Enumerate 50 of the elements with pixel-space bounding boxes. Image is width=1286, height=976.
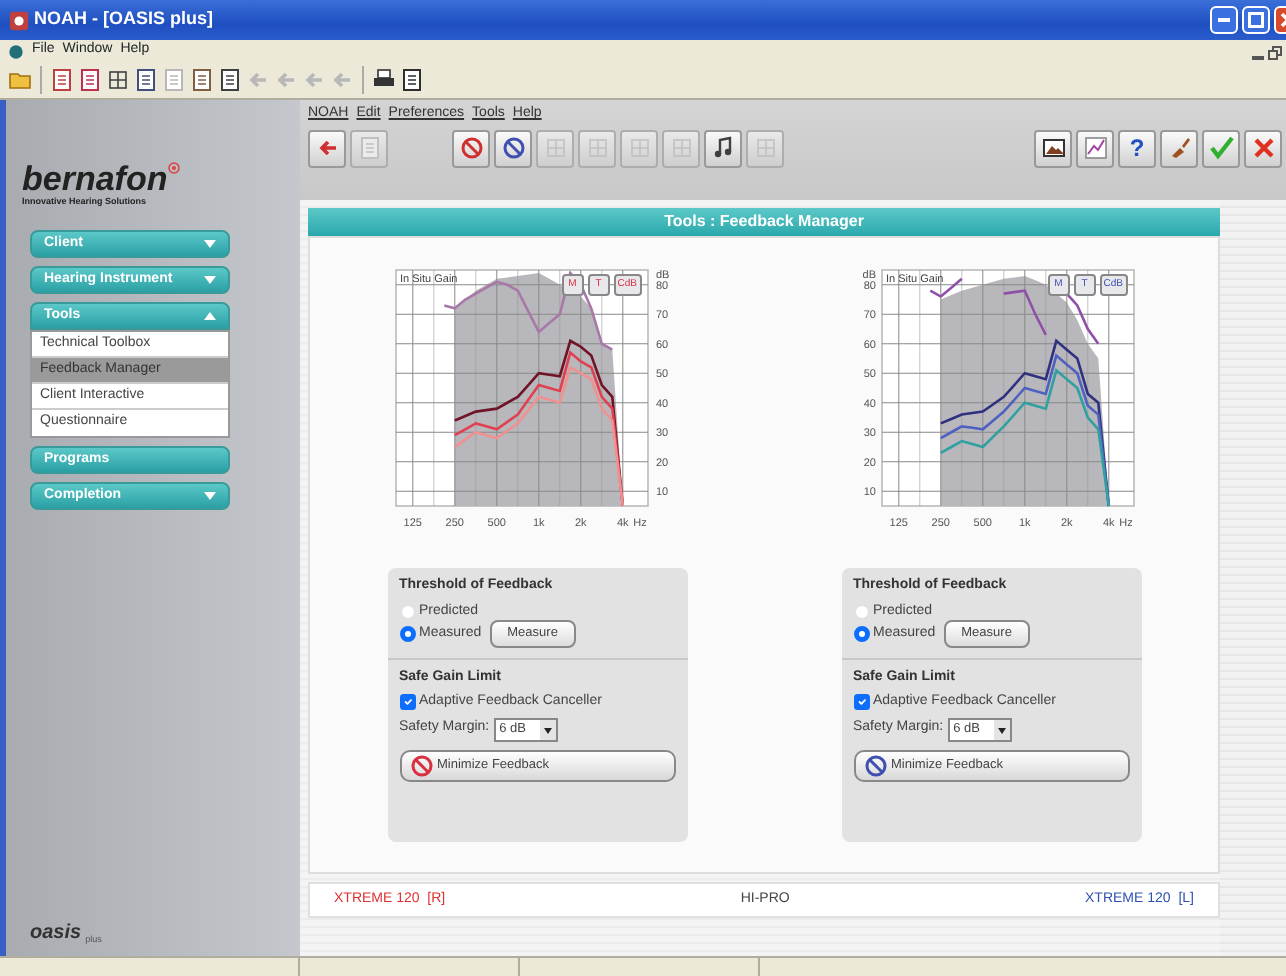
document-icon[interactable] [218, 68, 242, 92]
chart-icon [1083, 136, 1107, 160]
prohibited-icon [501, 136, 525, 160]
app-icon [8, 9, 30, 31]
toolbar-button[interactable] [704, 129, 742, 167]
toolbar-button[interactable] [1160, 129, 1198, 167]
caret-icon [204, 492, 216, 500]
close-icon [1251, 136, 1275, 160]
grid-icon [627, 136, 651, 160]
maximize-icon [1248, 12, 1264, 28]
minimize-icon [1252, 55, 1264, 59]
document-icon [357, 136, 381, 160]
grid-icon [753, 136, 777, 160]
document-icon[interactable] [400, 68, 424, 92]
check-icon [1209, 136, 1233, 160]
document-icon[interactable] [190, 68, 214, 92]
music-note-icon [711, 136, 735, 160]
toolbar-button[interactable] [1034, 129, 1072, 167]
logo-text: bernafon [22, 162, 168, 197]
arrow-icon [315, 136, 339, 160]
caret-icon [204, 240, 216, 248]
brush-icon [1167, 136, 1191, 160]
grid-icon [669, 136, 693, 160]
caret-icon [204, 276, 216, 284]
printer-icon[interactable] [372, 68, 396, 92]
disc-icon [8, 43, 24, 59]
grid-icon [585, 136, 609, 160]
checkbox[interactable] [399, 694, 415, 711]
document-icon[interactable] [134, 68, 158, 92]
panel-header: Tools : Feedback Manager [308, 208, 1220, 236]
maximize-button[interactable] [1242, 6, 1270, 34]
radio-button[interactable] [853, 626, 869, 642]
folder-icon[interactable] [8, 68, 32, 92]
grid-icon[interactable] [106, 68, 130, 92]
restore-button[interactable] [1268, 43, 1282, 59]
grid-icon [543, 136, 567, 160]
minimize-icon [1218, 18, 1230, 22]
caret-icon [204, 312, 216, 320]
window-title: NOAH - [OASIS plus] [34, 6, 213, 33]
toolbar-button[interactable] [494, 129, 532, 167]
registered-icon [167, 162, 180, 175]
footer-logo: oasis [30, 920, 82, 948]
checkbox[interactable] [853, 694, 869, 711]
radio-button[interactable] [399, 626, 415, 642]
restore-icon [1268, 45, 1282, 59]
toolbar-button[interactable]: ? [1118, 129, 1156, 167]
prohibited-icon [459, 136, 483, 160]
image-icon [1041, 136, 1065, 160]
minimize-button[interactable] [1210, 6, 1238, 34]
document-icon[interactable] [78, 68, 102, 92]
